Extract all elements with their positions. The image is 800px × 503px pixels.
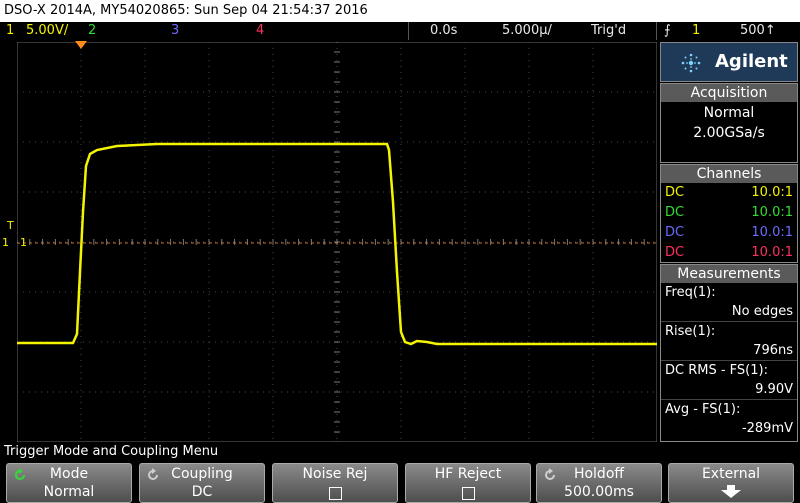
trigger-level[interactable]: 500↑ <box>740 22 776 40</box>
trigger-position-marker[interactable] <box>75 41 87 50</box>
measurement-item[interactable]: Rise(1): 796ns <box>661 322 797 361</box>
softkey-value: Normal <box>43 484 95 500</box>
time-scale[interactable]: 5.000µ/ <box>502 22 552 40</box>
measurement-label: Freq(1): <box>665 285 716 300</box>
channel-coupling: DC <box>665 205 685 220</box>
brand-name: Agilent <box>715 51 788 72</box>
menu-title: Trigger Mode and Coupling Menu <box>0 443 800 461</box>
hf-reject-checkbox[interactable] <box>461 486 475 500</box>
softkey-title: External <box>701 466 761 482</box>
graticule <box>17 42 657 442</box>
coupling-softkey[interactable]: Coupling DC <box>139 463 265 503</box>
agilent-logo: Agilent <box>660 42 798 82</box>
rotate-knob-icon <box>14 468 26 481</box>
ch1-number[interactable]: 1 <box>6 22 14 40</box>
status-divider <box>408 22 409 40</box>
channel-probe: 10.0:1 <box>751 185 793 200</box>
acquisition-header: Acquisition <box>661 84 797 102</box>
measurement-label: Rise(1): <box>665 324 716 339</box>
softkey-value: 500.00ms <box>564 484 634 500</box>
status-divider <box>656 22 657 40</box>
acquisition-panel[interactable]: Acquisition Normal 2.00GSa/s <box>660 83 798 163</box>
noise-reject-checkbox[interactable] <box>328 486 342 500</box>
measurement-value: 9.90V <box>755 382 793 397</box>
spark-logo-icon <box>681 53 701 73</box>
measurements-panel[interactable]: Measurements Freq(1): No edges Rise(1): … <box>660 264 798 442</box>
trigger-state: Trig'd <box>591 23 627 38</box>
measurements-header: Measurements <box>661 265 797 283</box>
measurement-label: DC RMS - FS(1): <box>665 363 768 378</box>
ch1-scale[interactable]: 5.00V/ <box>26 22 68 40</box>
measurement-label: Avg - FS(1): <box>665 402 741 417</box>
sample-rate: 2.00GSa/s <box>693 125 765 141</box>
external-softkey[interactable]: External <box>668 463 794 503</box>
channels-panel[interactable]: Channels DC 10.0:1 DC 10.0:1 DC 10.0:1 D… <box>660 164 798 263</box>
channel-probe: 10.0:1 <box>751 225 793 240</box>
trigger-edge-icon: ⨍ <box>664 23 671 38</box>
channel-row: DC 10.0:1 <box>661 203 797 223</box>
trigger-source[interactable]: 1 <box>692 22 700 40</box>
softkey-title: HF Reject <box>434 466 502 482</box>
noise-reject-softkey[interactable]: Noise Rej <box>272 463 398 503</box>
time-delay[interactable]: 0.0s <box>430 22 457 40</box>
window-title: DSO-X 2014A, MY54020865: Sun Sep 04 21:5… <box>0 0 800 22</box>
measurement-item[interactable]: Avg - FS(1): -289mV <box>661 400 797 438</box>
softkey-title: Noise Rej <box>302 466 368 482</box>
channel-probe: 10.0:1 <box>751 205 793 220</box>
waveform-display[interactable] <box>17 42 657 442</box>
ch2-number[interactable]: 2 <box>88 22 96 40</box>
channel-row: DC 10.0:1 <box>661 183 797 203</box>
channel-coupling: DC <box>665 185 685 200</box>
ch1-ground-marker[interactable]: 1 <box>2 236 9 249</box>
holdoff-softkey[interactable]: Holdoff 500.00ms <box>536 463 662 503</box>
channel-coupling: DC <box>665 245 685 260</box>
ch1-reference-label: 1 <box>20 236 27 249</box>
acquisition-mode: Normal <box>703 105 755 121</box>
mode-softkey[interactable]: Mode Normal <box>6 463 132 503</box>
channel-row: DC 10.0:1 <box>661 223 797 243</box>
info-sidebar: Agilent Acquisition Normal 2.00GSa/s Cha… <box>660 42 800 442</box>
trigger-level-marker[interactable]: T <box>7 219 14 232</box>
arrow-down-icon <box>721 485 741 498</box>
measurement-value: -289mV <box>741 421 793 436</box>
softkey-bar: Mode Normal Coupling DC Noise Rej HF Rej… <box>0 461 800 503</box>
measurement-item[interactable]: DC RMS - FS(1): 9.90V <box>661 361 797 400</box>
ch3-number[interactable]: 3 <box>171 22 179 40</box>
channel-probe: 10.0:1 <box>751 245 793 260</box>
measurement-value: No edges <box>731 304 793 319</box>
hf-reject-softkey[interactable]: HF Reject <box>405 463 531 503</box>
channel-coupling: DC <box>665 225 685 240</box>
rotate-knob-icon <box>148 468 158 480</box>
measurement-value: 796ns <box>753 343 793 358</box>
status-bar: 1 5.00V/ 2 3 4 0.0s 5.000µ/ Trig'd ⨍ 1 5… <box>0 22 800 40</box>
rotate-knob-icon <box>545 468 555 480</box>
ch4-number[interactable]: 4 <box>256 22 264 40</box>
softkey-value: DC <box>191 484 213 500</box>
measurement-item[interactable]: Freq(1): No edges <box>661 283 797 322</box>
channels-header: Channels <box>661 165 797 183</box>
channel-row: DC 10.0:1 <box>661 243 797 263</box>
